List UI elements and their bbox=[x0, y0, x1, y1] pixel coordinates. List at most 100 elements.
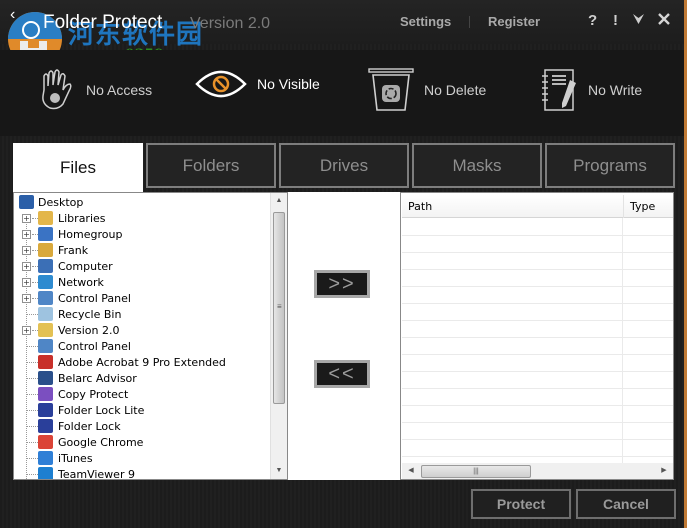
tree-item-label: Folder Lock bbox=[58, 419, 121, 433]
computer-icon bbox=[38, 259, 53, 273]
tree-connector bbox=[27, 458, 38, 459]
mode-label: No Access bbox=[86, 82, 153, 98]
tree-item-label: Computer bbox=[58, 259, 113, 273]
tree-item-label: Adobe Acrobat 9 Pro Extended bbox=[58, 355, 226, 369]
desktop-icon bbox=[19, 195, 34, 209]
grip-icon: ≡ bbox=[277, 302, 282, 311]
tree-item[interactable]: Adobe Acrobat 9 Pro Extended bbox=[14, 354, 287, 370]
control-panel-icon bbox=[38, 339, 53, 353]
tree-item[interactable]: + Libraries bbox=[14, 210, 287, 226]
tree-item[interactable]: TeamViewer 9 bbox=[14, 466, 287, 480]
tree-item-label: Copy Protect bbox=[58, 387, 129, 401]
scroll-up-icon[interactable]: ▲ bbox=[271, 193, 287, 209]
tree-item[interactable]: Folder Lock bbox=[14, 418, 287, 434]
tree-item[interactable]: + Frank bbox=[14, 242, 287, 258]
close-button[interactable] bbox=[658, 12, 670, 29]
cancel-button[interactable]: Cancel bbox=[576, 489, 676, 519]
belarc-icon bbox=[38, 371, 53, 385]
folder-lock-lite-icon bbox=[38, 403, 53, 417]
list-row-line bbox=[402, 337, 673, 338]
tree-connector bbox=[27, 378, 38, 379]
tree-item[interactable]: Google Chrome bbox=[14, 434, 287, 450]
tree-item[interactable]: Control Panel bbox=[14, 338, 287, 354]
scroll-right-icon[interactable]: ▶ bbox=[657, 463, 671, 479]
scroll-down-icon[interactable]: ▼ bbox=[271, 463, 287, 479]
expand-icon[interactable]: + bbox=[22, 277, 31, 287]
column-type[interactable]: Type bbox=[623, 195, 673, 218]
expand-icon[interactable]: + bbox=[22, 213, 31, 223]
list-row-line bbox=[402, 439, 673, 440]
tree-item[interactable]: Belarc Advisor bbox=[14, 370, 287, 386]
add-button[interactable]: >> bbox=[314, 270, 370, 298]
chevron-down-icon bbox=[633, 14, 644, 24]
expand-icon[interactable]: + bbox=[22, 261, 31, 271]
tree-item-label: Folder Lock Lite bbox=[58, 403, 145, 417]
itunes-icon bbox=[38, 451, 53, 465]
teamviewer-icon bbox=[38, 467, 53, 479]
mode-no-visible[interactable]: No Visible bbox=[195, 68, 320, 100]
settings-link[interactable]: Settings bbox=[400, 14, 451, 29]
minimize-button[interactable] bbox=[632, 12, 645, 29]
close-icon bbox=[658, 13, 670, 25]
folder-protect-window: ‹ 河东软件园 Folder Protect Version 2.0 www.p… bbox=[0, 0, 687, 528]
tree-item[interactable]: Folder Lock Lite bbox=[14, 402, 287, 418]
tree-item[interactable]: Recycle Bin bbox=[14, 306, 287, 322]
notebook-pencil-icon bbox=[542, 69, 576, 111]
tree-item-label: Frank bbox=[58, 243, 89, 257]
copy-protect-icon bbox=[38, 387, 53, 401]
list-row-line bbox=[402, 371, 673, 372]
tree-vertical-scrollbar[interactable]: ▲ ≡ ▼ bbox=[270, 193, 287, 479]
hand-icon bbox=[42, 69, 72, 110]
tab-files[interactable]: Files bbox=[13, 143, 143, 192]
tab-drives[interactable]: Drives bbox=[279, 143, 409, 188]
tree-connector bbox=[27, 474, 38, 475]
tree-item[interactable]: + Homegroup bbox=[14, 226, 287, 242]
scroll-thumb[interactable]: ||| bbox=[421, 465, 531, 478]
remove-button[interactable]: << bbox=[314, 360, 370, 388]
eye-blocked-icon bbox=[195, 70, 247, 98]
libraries-icon bbox=[38, 211, 53, 225]
expand-icon[interactable]: + bbox=[22, 245, 31, 255]
tree-item-label: Recycle Bin bbox=[58, 307, 122, 321]
column-path[interactable]: Path bbox=[402, 195, 623, 218]
info-button[interactable]: ! bbox=[613, 12, 618, 29]
tree-item[interactable]: + Computer bbox=[14, 258, 287, 274]
tree-connector bbox=[27, 346, 38, 347]
register-link[interactable]: Register bbox=[488, 14, 540, 29]
tab-programs[interactable]: Programs bbox=[545, 143, 675, 188]
transfer-panel: >> << bbox=[288, 192, 400, 480]
mode-no-delete[interactable]: No Delete bbox=[368, 68, 486, 112]
folder-lock-icon bbox=[38, 419, 53, 433]
tree-item-label: Google Chrome bbox=[58, 435, 144, 449]
tree-item[interactable]: Copy Protect bbox=[14, 386, 287, 402]
tree-item[interactable]: + Network bbox=[14, 274, 287, 290]
tree-connector bbox=[27, 426, 38, 427]
list-row-line bbox=[402, 303, 673, 304]
tree-connector bbox=[27, 394, 38, 395]
mode-no-write[interactable]: No Write bbox=[540, 68, 642, 112]
tree-item-root[interactable]: Desktop bbox=[14, 194, 287, 210]
tree-item-label: Network bbox=[58, 275, 104, 289]
app-version: Version 2.0 bbox=[190, 15, 271, 32]
expand-icon[interactable]: + bbox=[22, 229, 31, 239]
recycle-bin-icon bbox=[38, 307, 53, 321]
tree-item[interactable]: + Control Panel bbox=[14, 290, 287, 306]
expand-icon[interactable]: + bbox=[22, 325, 31, 335]
help-button[interactable]: ? bbox=[588, 12, 597, 29]
scroll-left-icon[interactable]: ◀ bbox=[404, 463, 418, 479]
homegroup-icon bbox=[38, 227, 53, 241]
tab-folders[interactable]: Folders bbox=[146, 143, 276, 188]
mode-label: No Delete bbox=[424, 82, 487, 98]
tree-connector bbox=[27, 314, 38, 315]
tab-masks[interactable]: Masks bbox=[412, 143, 542, 188]
mode-no-access[interactable]: No Access bbox=[36, 68, 152, 112]
list-row-line bbox=[402, 354, 673, 355]
protect-button[interactable]: Protect bbox=[471, 489, 571, 519]
tree-item-label: Control Panel bbox=[58, 339, 131, 353]
scroll-thumb[interactable]: ≡ bbox=[273, 212, 285, 404]
expand-icon[interactable]: + bbox=[22, 293, 31, 303]
tree-item[interactable]: iTunes bbox=[14, 450, 287, 466]
tree-item[interactable]: + Version 2.0 bbox=[14, 322, 287, 338]
list-horizontal-scrollbar[interactable]: ◀ ||| ▶ bbox=[402, 463, 673, 479]
tree-item-label: TeamViewer 9 bbox=[58, 467, 135, 480]
